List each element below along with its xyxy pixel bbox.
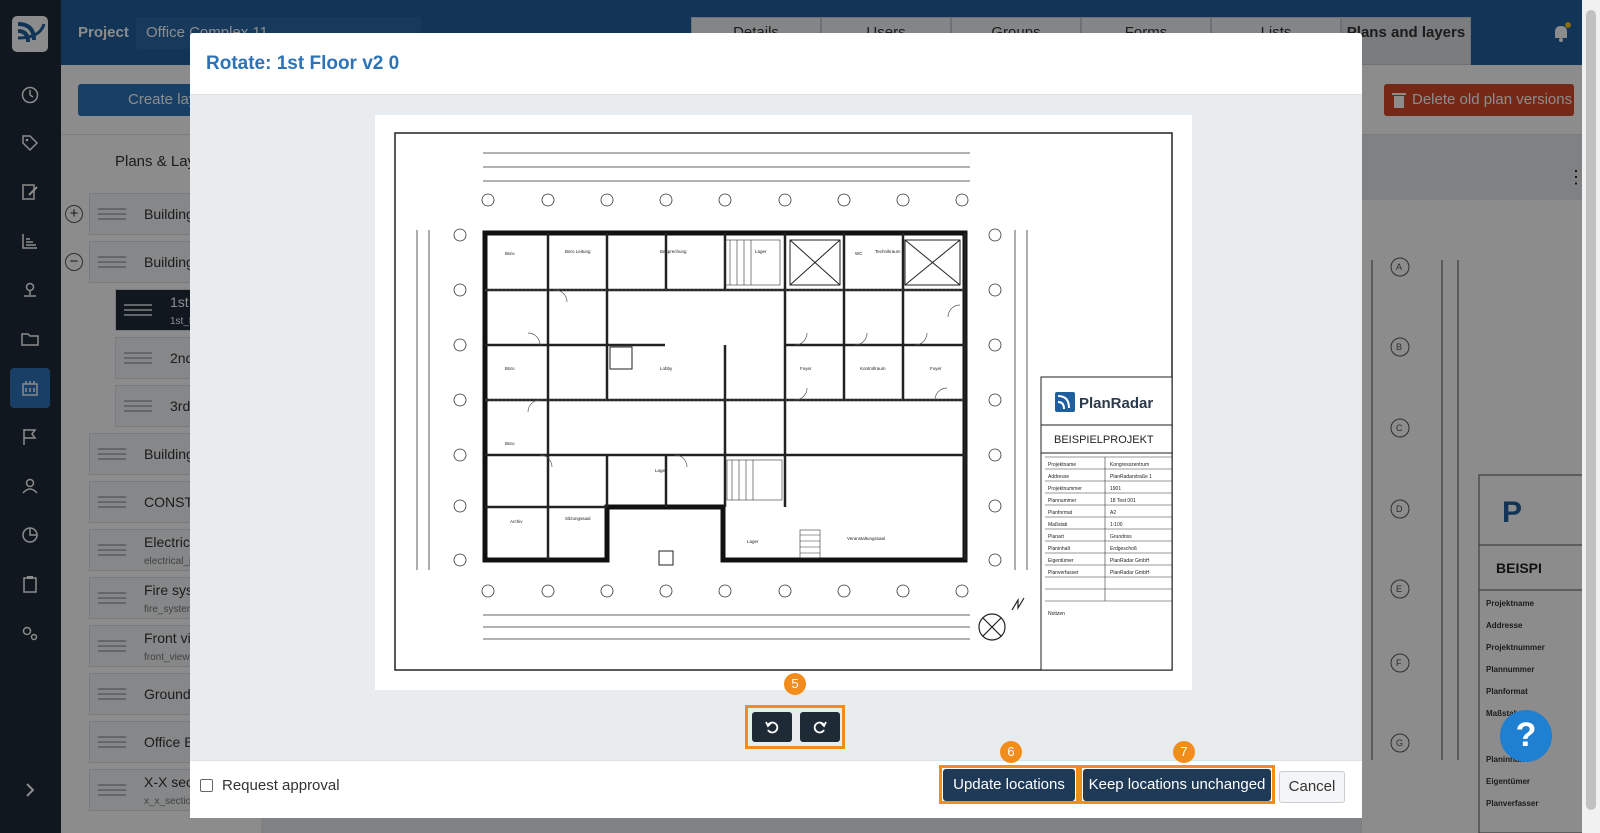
svg-text:Projektname: Projektname bbox=[1048, 462, 1076, 468]
svg-text:PlanRadar GmbH: PlanRadar GmbH bbox=[1110, 558, 1150, 564]
dialog-footer: Request approval 6 Update locations 7 Ke… bbox=[190, 741, 1362, 818]
rotate-left-button[interactable] bbox=[752, 712, 792, 742]
svg-text:Erdgeschoß: Erdgeschoß bbox=[1110, 546, 1137, 552]
dialog-header: Rotate: 1st Floor v2 0 bbox=[190, 33, 1362, 95]
svg-text:Eigentümer: Eigentümer bbox=[1048, 558, 1074, 564]
svg-text:1:100: 1:100 bbox=[1110, 522, 1123, 528]
update-locations-button[interactable]: Update locations bbox=[943, 769, 1075, 801]
svg-text:Plannummer: Plannummer bbox=[1048, 498, 1077, 504]
svg-text:Lager: Lager bbox=[755, 249, 767, 254]
rotate-left-icon bbox=[764, 719, 780, 735]
svg-text:Büro Leitung: Büro Leitung bbox=[565, 249, 591, 254]
svg-text:Technikraum: Technikraum bbox=[875, 249, 901, 254]
svg-text:Kontrollraum: Kontrollraum bbox=[860, 366, 886, 371]
svg-text:Veranstaltungssaal: Veranstaltungssaal bbox=[847, 536, 885, 541]
svg-text:Projektnummer: Projektnummer bbox=[1048, 486, 1082, 492]
svg-text:Büro: Büro bbox=[505, 251, 515, 256]
checkbox-box[interactable] bbox=[200, 779, 213, 792]
svg-text:1901: 1901 bbox=[1110, 486, 1121, 492]
dialog-body: Büro Büro Leitung Besprechung Lager WC T… bbox=[190, 95, 1362, 760]
svg-text:Planverfasser: Planverfasser bbox=[1048, 570, 1079, 576]
rotate-dialog: Rotate: 1st Floor v2 0 Büro Büro Leitung… bbox=[190, 33, 1362, 818]
svg-text:Büro: Büro bbox=[505, 441, 515, 446]
svg-text:Lobby: Lobby bbox=[660, 366, 673, 371]
svg-text:Archiv: Archiv bbox=[510, 519, 523, 524]
help-button[interactable]: ? bbox=[1500, 710, 1552, 762]
plan-project: BEISPIELPROJEKT bbox=[1054, 434, 1154, 446]
step-badge-6: 6 bbox=[1000, 741, 1022, 763]
request-approval-checkbox[interactable]: Request approval bbox=[200, 777, 340, 794]
svg-text:Büro: Büro bbox=[505, 366, 515, 371]
svg-text:Addresse: Addresse bbox=[1048, 474, 1069, 480]
floor-plan-image: Büro Büro Leitung Besprechung Lager WC T… bbox=[375, 115, 1192, 690]
svg-text:A2: A2 bbox=[1110, 510, 1116, 516]
svg-text:Maßstab: Maßstab bbox=[1048, 522, 1068, 528]
scrollbar-thumb[interactable] bbox=[1586, 10, 1596, 810]
rotate-right-icon bbox=[812, 719, 828, 735]
step-badge-7: 7 bbox=[1173, 741, 1195, 763]
svg-text:Notizen: Notizen bbox=[1048, 611, 1065, 617]
plan-brand: PlanRadar bbox=[1079, 395, 1153, 412]
svg-text:18 Test 001: 18 Test 001 bbox=[1110, 498, 1136, 504]
svg-text:Sitzungssaal: Sitzungssaal bbox=[565, 516, 591, 521]
page-scrollbar[interactable] bbox=[1582, 0, 1600, 833]
dialog-title: Rotate: 1st Floor v2 0 bbox=[206, 53, 400, 74]
svg-text:Planart: Planart bbox=[1048, 534, 1064, 540]
svg-text:Besprechung: Besprechung bbox=[660, 249, 687, 254]
svg-text:Lager: Lager bbox=[655, 468, 667, 473]
svg-text:PlanRadar GmbH: PlanRadar GmbH bbox=[1110, 570, 1150, 576]
svg-text:PlanRadarstraße 1: PlanRadarstraße 1 bbox=[1110, 474, 1152, 480]
svg-text:Kongresszentrum: Kongresszentrum bbox=[1110, 462, 1149, 468]
app: Project Office Complex 11 Details Users … bbox=[0, 0, 1600, 833]
svg-text:Planformat: Planformat bbox=[1048, 510, 1073, 516]
svg-text:WC: WC bbox=[855, 251, 863, 256]
cancel-button[interactable]: Cancel bbox=[1279, 771, 1345, 803]
svg-text:Lager: Lager bbox=[747, 539, 759, 544]
svg-text:Foyer: Foyer bbox=[800, 366, 812, 371]
rotate-controls-highlight bbox=[745, 705, 845, 749]
svg-text:Grundriss: Grundriss bbox=[1110, 534, 1132, 540]
svg-text:Foyer: Foyer bbox=[930, 366, 942, 371]
rotate-right-button[interactable] bbox=[800, 712, 840, 742]
svg-text:Planinhalt: Planinhalt bbox=[1048, 546, 1071, 552]
keep-locations-unchanged-button[interactable]: Keep locations unchanged bbox=[1083, 769, 1271, 801]
step-badge-5: 5 bbox=[784, 673, 806, 695]
request-approval-label: Request approval bbox=[222, 777, 340, 794]
